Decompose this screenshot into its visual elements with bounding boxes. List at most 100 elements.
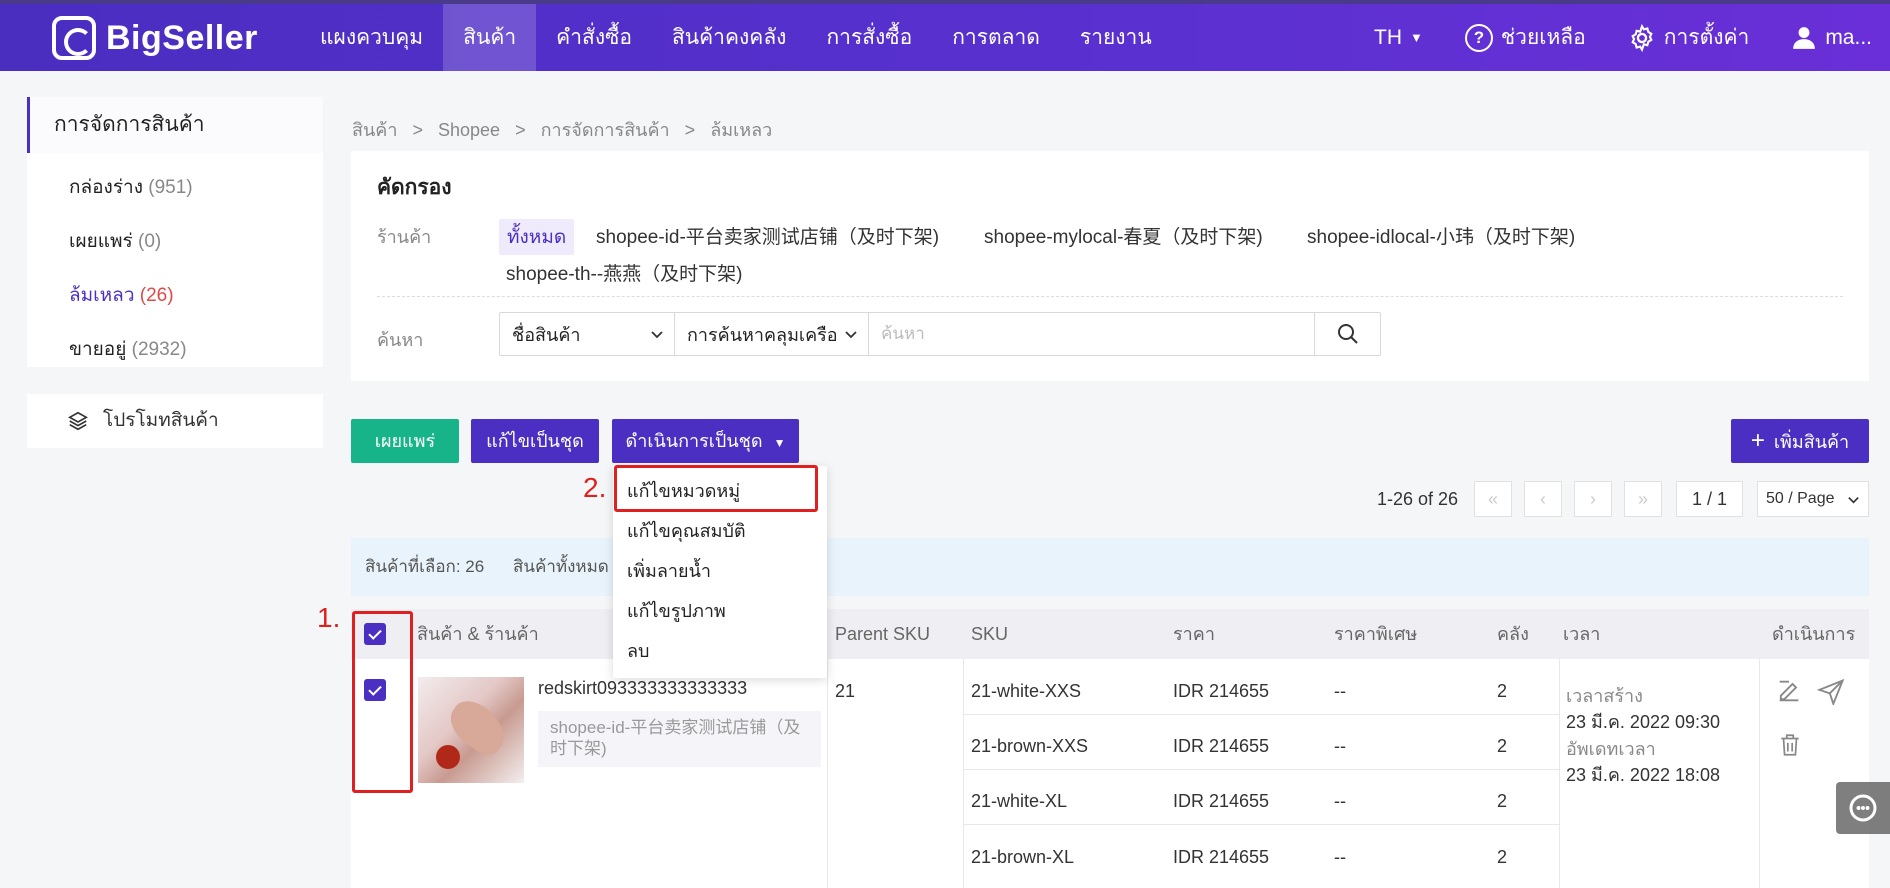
variant-sku: 21-brown-XXS bbox=[971, 736, 1089, 756]
row-divider bbox=[963, 769, 1559, 770]
select-all-checkbox[interactable] bbox=[364, 623, 386, 645]
row-checkbox[interactable] bbox=[364, 679, 386, 701]
chevron-right-icon: › bbox=[1590, 488, 1596, 509]
main-nav: แผงควบคุม สินค้า คำสั่งซื้อ สินค้าคงคลัง… bbox=[300, 4, 1172, 71]
product-thumbnail[interactable] bbox=[418, 677, 524, 783]
selected-count: สินค้าที่เลือก: 26 bbox=[365, 557, 485, 576]
table-header: สินค้า & ร้านค้า Parent SKU SKU ราคา ราค… bbox=[351, 609, 1869, 659]
logo[interactable]: BigSeller bbox=[52, 16, 258, 60]
settings-label: การตั้งค่า bbox=[1663, 26, 1750, 49]
nav-item-reports[interactable]: รายงาน bbox=[1060, 4, 1172, 71]
variant-price: IDR 214655 bbox=[1173, 681, 1270, 701]
variant-special-price: -- bbox=[1334, 847, 1346, 867]
sidebar-item-label: ขายอยู่ bbox=[69, 339, 127, 360]
header-stock: คลัง bbox=[1497, 624, 1529, 644]
help-button[interactable]: ? ช่วยเหลือ bbox=[1464, 21, 1586, 54]
prev-page-button[interactable]: ‹ bbox=[1524, 481, 1562, 517]
variant-special-price: -- bbox=[1334, 736, 1346, 756]
variant-price: IDR 214655 bbox=[1173, 736, 1270, 756]
header-actions: ดำเนินการ bbox=[1772, 624, 1856, 644]
search-input[interactable] bbox=[869, 313, 1314, 355]
variant-price: IDR 214655 bbox=[1173, 847, 1270, 867]
variant-special-price: -- bbox=[1334, 681, 1346, 701]
menu-item-add-watermark[interactable]: เพิ่มลายน้ำ bbox=[613, 551, 827, 591]
search-mode-value: การค้นหาคลุมเครือ bbox=[687, 324, 838, 345]
shop-filter-option[interactable]: shopee-id-平台卖家测试店铺（及时下架) bbox=[596, 222, 939, 249]
variant-stock: 2 bbox=[1497, 681, 1508, 701]
chat-support-button[interactable] bbox=[1836, 782, 1890, 834]
sidebar-item-draft[interactable]: กล่องร่าง (951) bbox=[27, 161, 323, 215]
parent-sku: 21 bbox=[835, 681, 856, 701]
selection-summary: สินค้าที่เลือก: 26 สินค้าทั้งหมด bbox=[351, 538, 1869, 596]
sidebar-item-failed[interactable]: ล้มเหลว (26) bbox=[27, 269, 323, 323]
sidebar-item-publishing[interactable]: เผยแพร่ (0) bbox=[27, 215, 323, 269]
pagination-range: 1-26 of 26 bbox=[1377, 489, 1459, 509]
breadcrumb-shopee[interactable]: Shopee bbox=[438, 120, 500, 140]
breadcrumb-separator: > bbox=[684, 120, 696, 140]
first-page-button[interactable]: « bbox=[1474, 481, 1512, 517]
search-icon bbox=[1337, 324, 1358, 344]
shop-filter-option[interactable]: shopee-mylocal-春夏（及时下架) bbox=[984, 222, 1263, 249]
nav-item-marketing[interactable]: การตลาด bbox=[932, 4, 1060, 71]
bigseller-logo-icon bbox=[52, 16, 96, 60]
row-divider bbox=[963, 824, 1559, 825]
nav-item-products[interactable]: สินค้า bbox=[443, 4, 537, 71]
chevron-down-icon bbox=[845, 331, 857, 339]
header-parent-sku: Parent SKU bbox=[835, 624, 931, 644]
updated-time: 23 มี.ค. 2022 18:08 bbox=[1566, 765, 1721, 785]
gear-icon bbox=[1631, 23, 1653, 52]
search-mode-select[interactable]: การค้นหาคลุมเครือ bbox=[675, 313, 869, 355]
search-button[interactable] bbox=[1314, 313, 1380, 355]
nav-item-orders[interactable]: คำสั่งซื้อ bbox=[536, 4, 652, 71]
nav-item-inventory[interactable]: สินค้าคงคลัง bbox=[652, 4, 807, 71]
menu-item-edit-category[interactable]: แก้ไขหมวดหมู่ bbox=[613, 471, 827, 511]
search-bar: ชื่อสินค้า การค้นหาคลุมเครือ bbox=[499, 312, 1381, 356]
add-product-label: เพิ่มสินค้า bbox=[1773, 432, 1850, 452]
breadcrumb-products[interactable]: สินค้า bbox=[352, 120, 397, 140]
breadcrumb-separator: > bbox=[515, 120, 526, 140]
shop-filter-option[interactable]: shopee-idlocal-小玮（及时下架) bbox=[1307, 222, 1575, 249]
question-icon: ? bbox=[1464, 23, 1493, 52]
search-field-select[interactable]: ชื่อสินค้า bbox=[500, 313, 675, 355]
promote-label: โปรโมทสินค้า bbox=[103, 410, 219, 431]
add-product-button[interactable]: + เพิ่มสินค้า bbox=[1731, 419, 1869, 463]
edit-icon[interactable] bbox=[1775, 677, 1803, 705]
sidebar-item-count: (26) bbox=[139, 285, 174, 306]
variant-stock: 2 bbox=[1497, 791, 1508, 811]
shop-filter-all[interactable]: ทั้งหมด bbox=[499, 219, 575, 255]
shop-filter-option[interactable]: shopee-th--燕燕（及时下架) bbox=[506, 259, 743, 286]
variant-price: IDR 214655 bbox=[1173, 791, 1270, 811]
filter-title: คัดกรอง bbox=[377, 176, 452, 199]
chevron-left-icon: ‹ bbox=[1540, 488, 1546, 509]
breadcrumb: สินค้า > Shopee > การจัดการสินค้า > ล้มเ… bbox=[352, 115, 782, 144]
page-input[interactable]: 1 / 1 bbox=[1676, 481, 1743, 517]
sidebar-item-promote[interactable]: โปรโมทสินค้า bbox=[27, 394, 323, 448]
variant-stock: 2 bbox=[1497, 736, 1508, 756]
sidebar-item-count: (2932) bbox=[131, 339, 187, 360]
language-label: TH bbox=[1374, 25, 1403, 49]
settings-button[interactable]: การตั้งค่า bbox=[1628, 21, 1750, 54]
send-icon[interactable] bbox=[1817, 677, 1845, 705]
last-page-button[interactable]: » bbox=[1624, 481, 1662, 517]
chevron-down-icon bbox=[651, 331, 663, 339]
user-menu[interactable]: ma... bbox=[1791, 25, 1872, 51]
product-name[interactable]: redskirt093333333333333 bbox=[538, 678, 747, 699]
publish-button[interactable]: เผยแพร่ bbox=[351, 419, 459, 463]
annotation-step-2: 2. bbox=[583, 472, 607, 503]
nav-item-purchase[interactable]: การสั่งซื้อ bbox=[806, 4, 932, 71]
nav-item-dashboard[interactable]: แผงควบคุม bbox=[300, 4, 443, 71]
trash-icon[interactable] bbox=[1777, 732, 1803, 758]
variant-sku: 21-brown-XL bbox=[971, 847, 1075, 867]
breadcrumb-management[interactable]: การจัดการสินค้า bbox=[541, 120, 670, 140]
menu-item-delete[interactable]: ลบ bbox=[613, 631, 827, 671]
language-selector[interactable]: TH ▼ bbox=[1374, 26, 1423, 50]
per-page-value: 50 / Page bbox=[1766, 490, 1835, 507]
batch-action-button[interactable]: ดำเนินการเป็นชุด ▼ bbox=[612, 419, 799, 463]
next-page-button[interactable]: › bbox=[1574, 481, 1612, 517]
menu-item-edit-images[interactable]: แก้ไขรูปภาพ bbox=[613, 591, 827, 631]
menu-item-edit-attributes[interactable]: แก้ไขคุณสมบัติ bbox=[613, 511, 827, 551]
sidebar-title: การจัดการสินค้า bbox=[27, 97, 323, 153]
sidebar-item-active[interactable]: ขายอยู่ (2932) bbox=[27, 323, 323, 377]
batch-edit-button[interactable]: แก้ไขเป็นชุด bbox=[471, 419, 599, 463]
per-page-select[interactable]: 50 / Page bbox=[1757, 481, 1869, 517]
